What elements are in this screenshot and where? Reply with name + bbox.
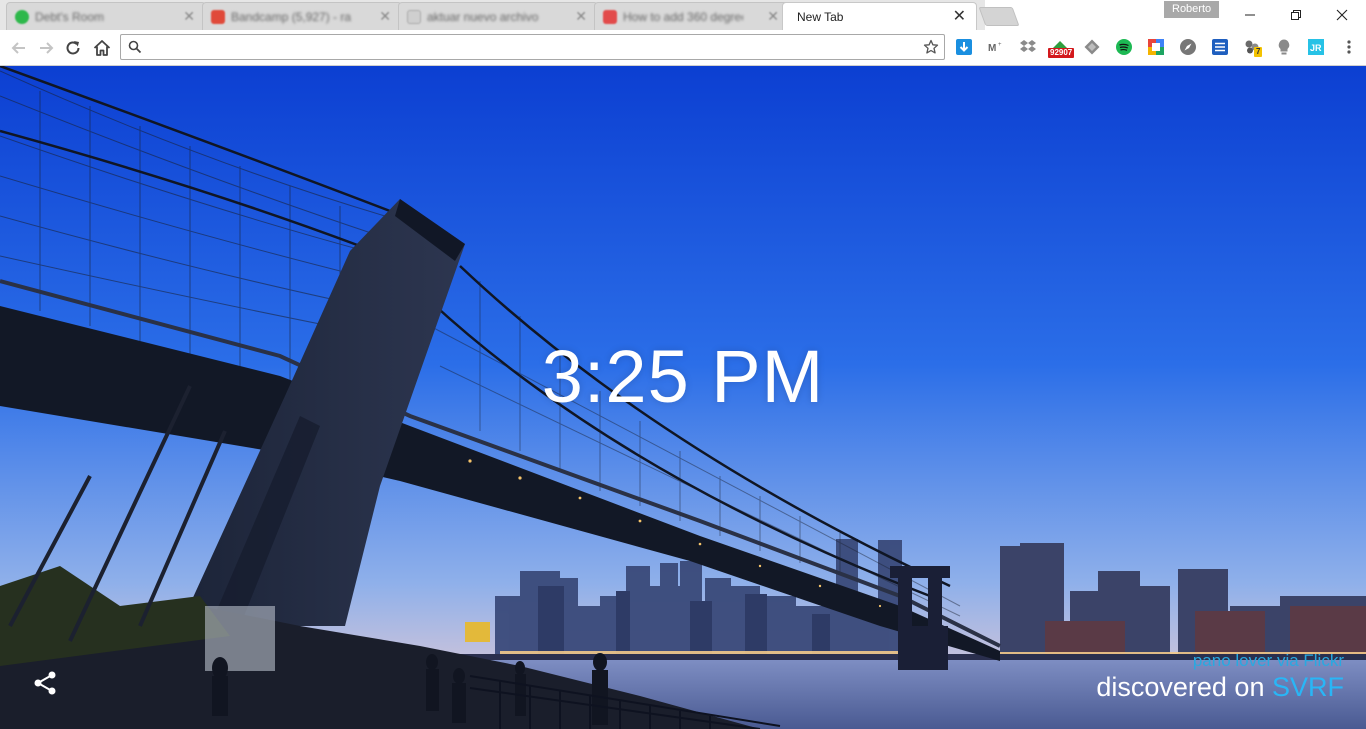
- jr-extension[interactable]: JR: [1307, 38, 1325, 56]
- minimize-icon: [1245, 14, 1255, 16]
- address-bar[interactable]: [120, 34, 945, 60]
- back-icon[interactable]: [8, 37, 30, 59]
- compass-icon[interactable]: [1179, 38, 1197, 56]
- photo-source-link[interactable]: pano lover via Flickr: [1096, 651, 1344, 671]
- reload-icon[interactable]: [62, 37, 84, 59]
- new-tab-button[interactable]: [978, 7, 1020, 26]
- minimize-button[interactable]: [1227, 0, 1273, 30]
- title-bar: Debt's Room ✕ Bandcamp (5,927) - rates ✕…: [0, 0, 1366, 30]
- discovered-label: discovered on: [1096, 672, 1265, 702]
- spotify-icon[interactable]: [1115, 38, 1133, 56]
- tab-title: Bandcamp (5,927) - rates: [231, 10, 351, 24]
- tab-close-icon[interactable]: ✕: [379, 8, 391, 25]
- menu-icon[interactable]: [1340, 38, 1358, 56]
- tab-close-icon[interactable]: ✕: [953, 6, 966, 26]
- tab-close-icon[interactable]: ✕: [767, 8, 779, 25]
- tab-new-tab-active[interactable]: New Tab ✕: [782, 2, 977, 30]
- tab-close-icon[interactable]: ✕: [183, 8, 195, 25]
- puzzle-extension[interactable]: 7: [1243, 38, 1265, 57]
- dropbox-icon[interactable]: [1019, 38, 1037, 56]
- photo-credit: pano lover via Flickr discovered on SVRF: [1096, 651, 1344, 703]
- tab-title: How to add 360 degree: [623, 10, 743, 24]
- tab-close-icon[interactable]: ✕: [575, 8, 587, 25]
- bulb-icon[interactable]: [1275, 38, 1293, 56]
- tab-favicon-icon: [15, 10, 29, 24]
- restore-button[interactable]: [1273, 0, 1319, 30]
- search-icon: [128, 40, 142, 54]
- tab-3[interactable]: aktuar nuevo archivo ✕: [398, 2, 598, 30]
- google-icon[interactable]: [1147, 38, 1165, 56]
- puzzle-badge: 7: [1254, 47, 1263, 57]
- tab-favicon-icon: [211, 10, 225, 24]
- diamond-icon[interactable]: [1083, 38, 1101, 56]
- browser-toolbar: M + 92907 7 JR: [0, 30, 1366, 66]
- new-tab-page: 3:25 PM pano lover via Flickr discovered…: [0, 66, 1366, 729]
- svg-text:JR: JR: [1310, 43, 1322, 53]
- tab-1[interactable]: Debt's Room ✕: [6, 2, 206, 30]
- download-icon[interactable]: [955, 38, 973, 56]
- tab-4[interactable]: How to add 360 degree ✕: [594, 2, 790, 30]
- stats-extension[interactable]: 92907: [1048, 38, 1075, 58]
- movistar-icon[interactable]: M +: [987, 38, 1005, 56]
- share-icon[interactable]: [32, 670, 58, 696]
- tab-favicon-icon: [603, 10, 617, 24]
- svg-text:+: +: [998, 42, 1002, 48]
- home-icon[interactable]: [91, 37, 113, 59]
- jr-icon: JR: [1308, 39, 1324, 55]
- svg-text:M: M: [988, 43, 996, 54]
- discovered-on-line: discovered on SVRF: [1096, 672, 1344, 703]
- tab-2[interactable]: Bandcamp (5,927) - rates ✕: [202, 2, 402, 30]
- tab-title: Debt's Room: [35, 10, 104, 24]
- list-icon[interactable]: [1211, 38, 1229, 56]
- svrf-link[interactable]: SVRF: [1272, 672, 1344, 702]
- close-icon: [1336, 9, 1348, 21]
- restore-icon: [1291, 10, 1301, 20]
- address-input[interactable]: [147, 38, 921, 58]
- tab-favicon-icon: [407, 10, 421, 24]
- profile-button[interactable]: Roberto: [1164, 1, 1220, 18]
- clock-display: 3:25 PM: [541, 335, 825, 418]
- close-window-button[interactable]: [1319, 0, 1365, 30]
- tab-title: New Tab: [797, 10, 844, 24]
- tab-title: aktuar nuevo archivo: [427, 10, 539, 24]
- stats-badge: 92907: [1048, 48, 1075, 58]
- forward-icon[interactable]: [35, 37, 57, 59]
- bookmark-star-icon[interactable]: [923, 39, 939, 55]
